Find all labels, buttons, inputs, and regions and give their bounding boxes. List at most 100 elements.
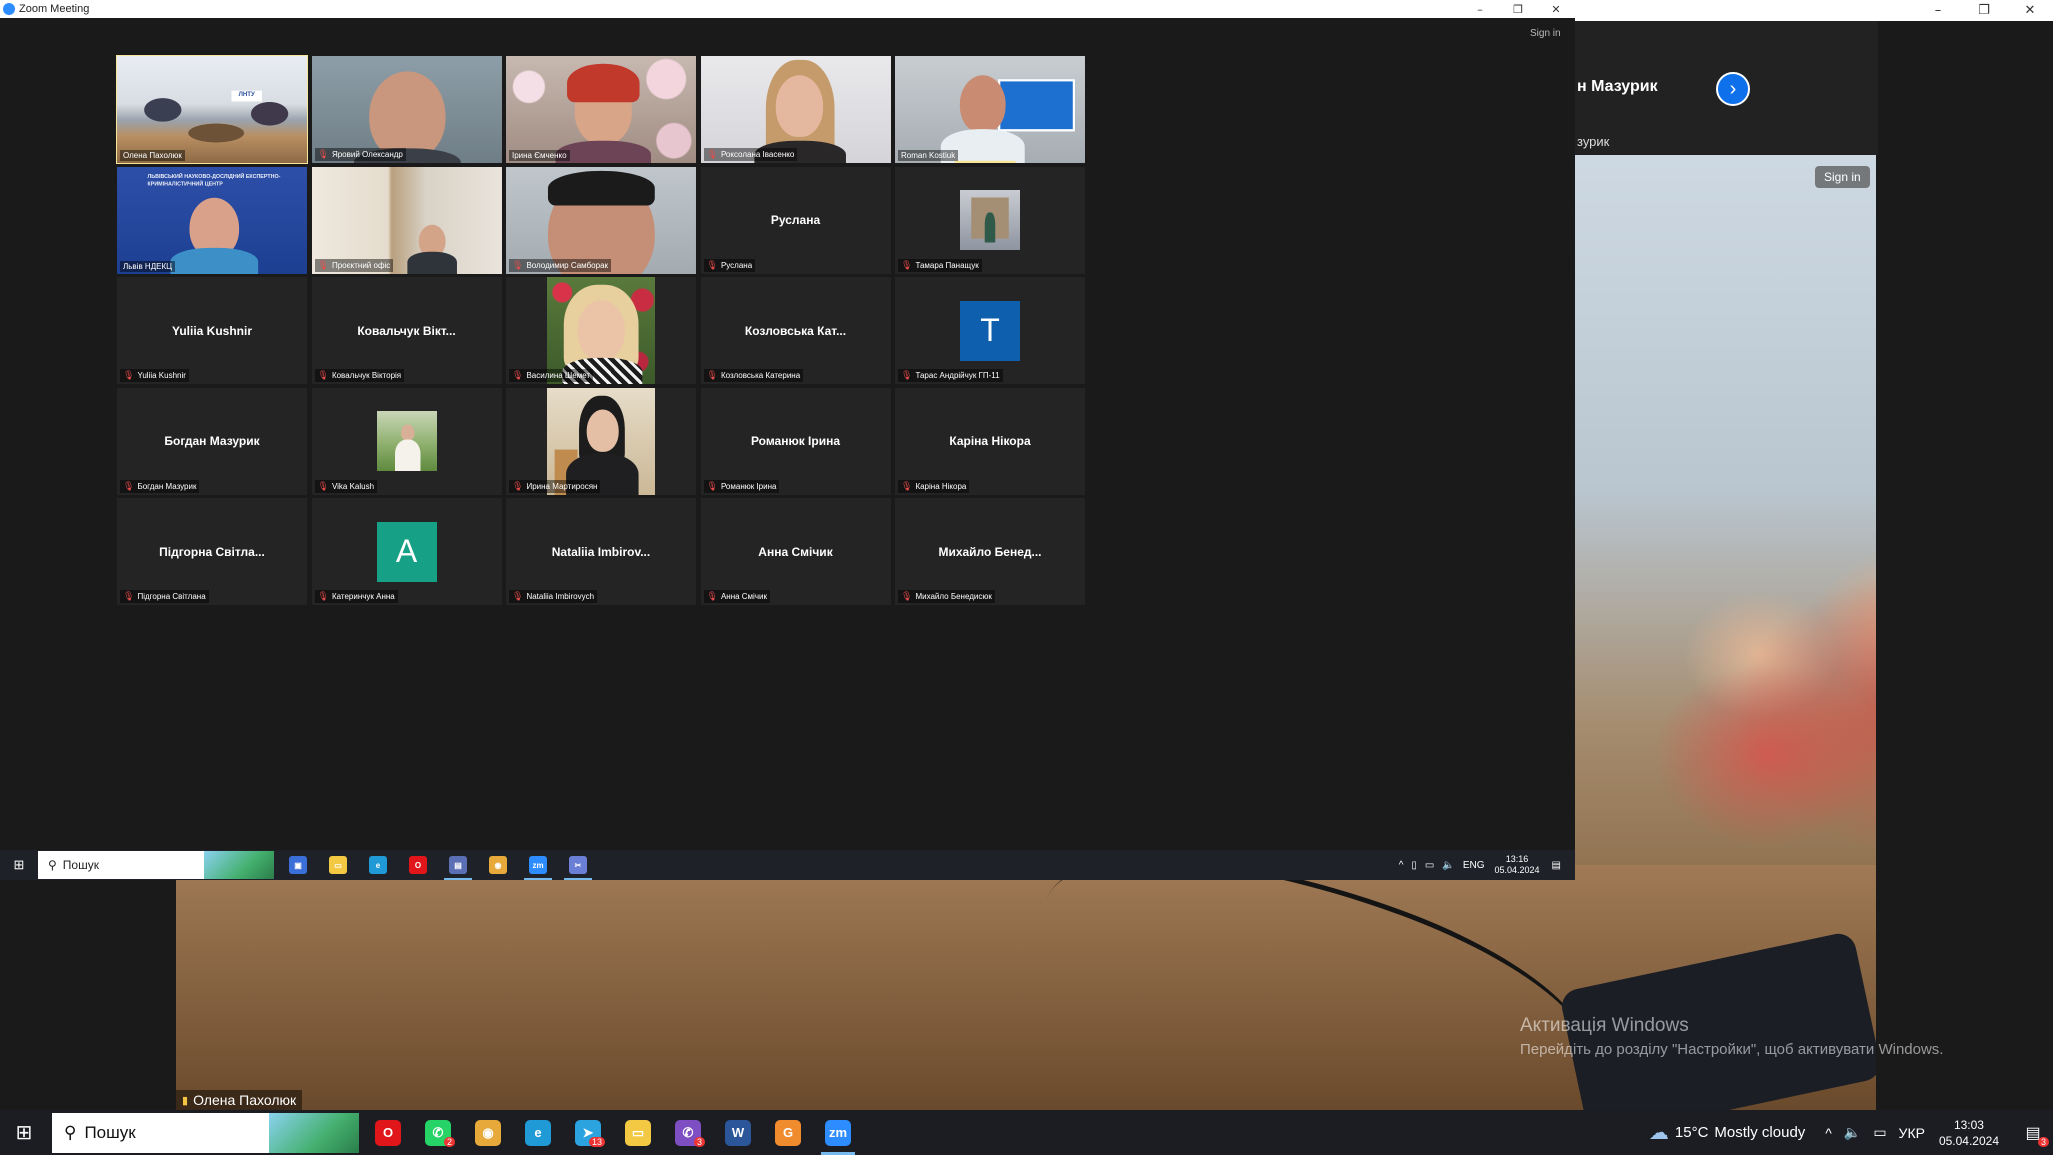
- participant-display-name: Анна Смічик: [758, 544, 833, 559]
- participant-name-label: Олена Пахолюк: [120, 150, 185, 161]
- participant-tile[interactable]: T 🎙 Тарас Андрійчук ГП-11: [895, 277, 1085, 384]
- taskbar-app-telegram[interactable]: ➤ 13: [563, 1110, 613, 1155]
- close-button[interactable]: ✕: [2007, 0, 2053, 21]
- participant-video: [506, 56, 696, 163]
- participant-tile[interactable]: Богдан Мазурик 🎙 Богдан Мазурик: [117, 387, 307, 495]
- participant-tile[interactable]: 🎙 Роксолана Івасенко: [700, 56, 891, 163]
- inner-search-placeholder: Пошук: [62, 858, 99, 872]
- participant-tile[interactable]: Nataliia Imbirov... 🎙 Nataliia Imbirovych: [506, 498, 696, 605]
- muted-mic-icon: 🎙: [706, 370, 718, 380]
- windows-start-icon[interactable]: ⊞: [0, 1110, 48, 1155]
- taskbar-app-app[interactable]: ▤: [438, 850, 478, 880]
- zoom-close-button[interactable]: ✕: [1537, 0, 1575, 18]
- edge-icon: e: [525, 1119, 551, 1146]
- taskbar-app-file-explorer[interactable]: ▭: [613, 1110, 663, 1155]
- participant-name: Тарас Андрійчук ГП-11: [915, 371, 1000, 380]
- participant-tile[interactable]: 🎙 Яровий Олександр: [311, 56, 502, 163]
- muted-mic-icon: 🎙: [317, 480, 329, 491]
- zoom-restore-button[interactable]: ❐: [1499, 0, 1537, 18]
- taskbar-app-edge[interactable]: e: [358, 850, 398, 880]
- participant-tile[interactable]: Ірина Ємченко: [506, 56, 696, 163]
- participant-name: Яровий Олександр: [331, 150, 403, 159]
- next-page-icon[interactable]: ›: [1716, 72, 1750, 106]
- muted-mic-icon: 🎙: [512, 591, 524, 601]
- participant-tile[interactable]: Руслана 🎙 Руслана: [700, 166, 891, 274]
- participant-tile[interactable]: Каріна Нікора 🎙 Каріна Нікора: [895, 387, 1085, 495]
- inner-taskbar-search[interactable]: ⚲ Пошук: [38, 851, 274, 879]
- clock-date: 05.04.2024: [1938, 1133, 1999, 1148]
- participant-tile[interactable]: Підгорна Світла... 🎙 Підгорна Світлана: [117, 498, 307, 605]
- taskbar-app-word[interactable]: W: [713, 1110, 763, 1155]
- participant-tile[interactable]: Ковальчук Вікт... 🎙 Ковальчук Вікторія: [311, 277, 502, 384]
- taskbar-app-chrome[interactable]: ◉: [478, 850, 518, 880]
- participant-tile[interactable]: 🎙 Володимир Самборак: [506, 166, 696, 274]
- language-indicator[interactable]: УКР: [1899, 1125, 1925, 1141]
- participant-name-label: 🎙 Nataliia Imbirovych: [509, 590, 598, 603]
- muted-mic-icon: 🎙: [706, 591, 718, 601]
- inner-battery-icon[interactable]: ▯: [1411, 860, 1417, 871]
- taskbar-app-opera[interactable]: O: [398, 850, 438, 880]
- app-badge: 2: [443, 1137, 455, 1147]
- participant-tile[interactable]: ЛЬВІВСЬКИЙ НАУКОВО-ДОСЛІДНИЙ ЕКСПЕРТНО-К…: [117, 166, 307, 274]
- inner-notification-icon[interactable]: ▤: [1552, 860, 1561, 871]
- participant-name: Nataliia Imbirovych: [526, 592, 595, 601]
- participant-tile[interactable]: Козловська Кат... 🎙 Козловська Катерина: [700, 277, 891, 384]
- participant-tile[interactable]: Yuliia Kushnir 🎙 Yuliia Kushnir: [117, 277, 307, 384]
- taskbar-app-app[interactable]: G: [763, 1110, 813, 1155]
- volume-icon[interactable]: 🔈: [1844, 1124, 1861, 1141]
- inner-network-icon[interactable]: ▭: [1425, 860, 1434, 871]
- taskbar-app-save[interactable]: ▣: [278, 850, 318, 880]
- participant-name: Тамара Панащук: [915, 260, 979, 270]
- participant-tile[interactable]: ЛНТУ Олена Пахолюк: [116, 55, 308, 164]
- participant-name-label: Ірина Ємченко: [509, 150, 570, 161]
- taskbar-app-file-explorer[interactable]: ▭: [318, 850, 358, 880]
- participant-tile[interactable]: A 🎙 Катеринчук Анна: [311, 498, 502, 605]
- participant-tile[interactable]: Roman Kostiuk: [895, 56, 1085, 163]
- taskbar-app-snipping[interactable]: ✂: [558, 850, 598, 880]
- opera-icon: O: [375, 1119, 401, 1146]
- participant-video: [311, 56, 502, 163]
- participant-name: Ковальчук Вікторія: [331, 371, 402, 380]
- taskbar-app-whatsapp[interactable]: ✆ 2: [413, 1110, 463, 1155]
- inner-chevron-up-icon[interactable]: ^: [1399, 860, 1404, 871]
- participant-name-label: 🎙 Роксолана Івасенко: [703, 148, 798, 161]
- participant-tile[interactable]: 🎙 Тамара Панащук: [895, 166, 1085, 274]
- taskbar-app-edge[interactable]: e: [513, 1110, 563, 1155]
- participant-tile[interactable]: 🎙 Василина Шемет: [506, 277, 696, 384]
- taskbar-search[interactable]: ⚲ Пошук: [52, 1112, 359, 1153]
- participant-name: Vika Kalush: [331, 481, 375, 491]
- participant-tile[interactable]: Анна Смічик 🎙 Анна Смічик: [700, 498, 891, 605]
- taskbar-app-zoom[interactable]: zm: [813, 1110, 863, 1155]
- restore-button[interactable]: ❐: [1961, 0, 2007, 21]
- participant-tile[interactable]: 🎙 Vika Kalush: [311, 387, 502, 495]
- participant-name-label: 🎙 Vika Kalush: [314, 479, 378, 493]
- inner-clock[interactable]: 13:16 05.04.2024: [1495, 854, 1540, 876]
- inner-clock-time: 13:16: [1505, 854, 1529, 864]
- clock[interactable]: 13:03 05.04.2024: [1939, 1117, 1999, 1149]
- taskbar-app-chrome[interactable]: ◉: [463, 1110, 513, 1155]
- notification-icon[interactable]: ▤ 3: [2013, 1123, 2053, 1147]
- participant-tile[interactable]: 🎙 Ирина Мартиросян: [506, 387, 696, 495]
- inner-language-indicator[interactable]: ENG: [1463, 860, 1485, 871]
- taskbar-app-viber[interactable]: ✆ 3: [663, 1110, 713, 1155]
- muted-mic-icon: 🎙: [123, 591, 135, 601]
- minimize-button[interactable]: –: [1915, 0, 1961, 21]
- outer-sign-in-button[interactable]: Sign in: [1815, 166, 1870, 188]
- watermark-text: Перейдіть до розділу "Настройки", щоб ак…: [1520, 1041, 1944, 1058]
- inner-windows-start-icon[interactable]: ⊞: [0, 850, 38, 880]
- weather-widget[interactable]: ☁ 15°C Mostly cloudy: [1649, 1120, 1805, 1145]
- inner-volume-icon[interactable]: 🔈: [1442, 860, 1454, 871]
- participant-tile[interactable]: Романюк Ірина 🎙 Романюк Ірина: [700, 387, 891, 495]
- participant-name: Василина Шемет: [526, 371, 591, 380]
- participant-photo: [376, 411, 437, 471]
- muted-mic-icon: 🎙: [901, 370, 913, 380]
- participant-tile[interactable]: 🎙 Проєктний офіс: [311, 166, 502, 274]
- participant-tile[interactable]: Михайло Бенед... 🎙 Михайло Бенедисюк: [895, 498, 1085, 605]
- zoom-sign-in-button[interactable]: Sign in: [1530, 28, 1561, 39]
- taskbar-app-opera[interactable]: O: [363, 1110, 413, 1155]
- chevron-up-icon[interactable]: ^: [1825, 1125, 1832, 1141]
- zoom-minimize-button[interactable]: –: [1461, 0, 1499, 18]
- participant-name: Олена Пахолюк: [123, 151, 182, 160]
- taskbar-app-zoom[interactable]: zm: [518, 850, 558, 880]
- network-icon[interactable]: ▭: [1873, 1124, 1886, 1141]
